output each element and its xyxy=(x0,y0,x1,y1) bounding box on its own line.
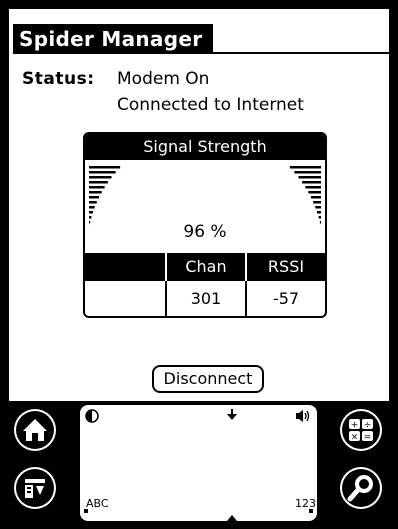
gauge-bar-left xyxy=(89,206,95,209)
gauge-bar-left xyxy=(89,186,105,189)
gauge-bar-right xyxy=(310,196,321,199)
find-button[interactable] xyxy=(340,467,382,509)
menu-icon xyxy=(16,469,54,507)
gauge-bar-left xyxy=(89,171,116,174)
home-icon xyxy=(16,411,54,449)
gauge-bar-right xyxy=(294,171,321,174)
silkscreen-area: + ÷ × = ABC 123 xyxy=(0,401,398,529)
gauge-bar-right xyxy=(302,181,321,184)
app-title[interactable]: Spider Manager xyxy=(13,24,213,54)
signal-strength-header: Signal Strength xyxy=(85,134,325,160)
table-cell-chan: 301 xyxy=(190,289,222,308)
gauge-bar-right xyxy=(313,201,321,204)
menu-button[interactable] xyxy=(14,467,56,509)
num-dot xyxy=(309,509,313,513)
gauge-bar-right xyxy=(308,191,321,194)
abc-dot xyxy=(84,509,88,513)
table-cell-blank xyxy=(85,283,165,315)
gauge-bar-left xyxy=(89,166,121,169)
svg-text:×: × xyxy=(351,433,359,443)
gauge-bar-left xyxy=(89,201,97,204)
home-button[interactable] xyxy=(14,409,56,451)
disconnect-button[interactable]: Disconnect xyxy=(152,365,264,393)
svg-text:=: = xyxy=(364,433,372,443)
calculator-icon: + ÷ × = xyxy=(342,411,380,449)
sound-icon[interactable] xyxy=(295,409,311,423)
status-line-1: Modem On xyxy=(117,69,210,89)
gauge-bar-right xyxy=(298,176,321,179)
svg-text:÷: ÷ xyxy=(364,421,372,431)
table-header-rssi: RSSI xyxy=(267,257,305,276)
table-header-chan: Chan xyxy=(185,257,227,276)
status-label: Status: xyxy=(22,69,95,89)
table-header-blank xyxy=(85,253,165,281)
find-icon xyxy=(342,469,380,507)
gauge-bar-right xyxy=(305,186,321,189)
gauge-bar-left xyxy=(89,196,100,199)
gauge-bar-right xyxy=(317,211,321,214)
divider-arrow-icon xyxy=(227,515,237,521)
calculator-button[interactable]: + ÷ × = xyxy=(340,409,382,451)
arrow-down-icon[interactable] xyxy=(227,409,237,421)
title-underline xyxy=(13,52,389,54)
signal-strength-panel: Signal Strength 96 % Chan RSSI 301 -57 xyxy=(83,132,327,318)
gauge-bar-right xyxy=(315,206,321,209)
graffiti-input-area[interactable]: ABC 123 xyxy=(80,405,317,521)
table-divider xyxy=(245,253,247,281)
gauge-bar-right xyxy=(318,216,321,219)
gauge-bar-left xyxy=(89,181,108,184)
gauge-bar-left xyxy=(89,216,92,219)
gauge-bar-right xyxy=(289,166,321,169)
gauge-bar-left xyxy=(89,211,93,214)
channel-rssi-table: Chan RSSI 301 -57 xyxy=(85,253,325,316)
signal-percent: 96 % xyxy=(183,222,227,242)
table-cell-rssi: -57 xyxy=(272,289,300,308)
brightness-icon[interactable] xyxy=(85,409,99,423)
gauge-bar-left xyxy=(89,191,102,194)
svg-text:+: + xyxy=(351,421,359,431)
table-header-row: Chan RSSI xyxy=(85,253,325,281)
gauge-bar-left xyxy=(89,176,112,179)
status-line-2: Connected to Internet xyxy=(117,95,304,115)
table-divider xyxy=(165,253,167,281)
abc-mode-label[interactable]: ABC xyxy=(86,497,109,510)
app-screen: Spider Manager Status: Modem On Connecte… xyxy=(9,9,389,401)
